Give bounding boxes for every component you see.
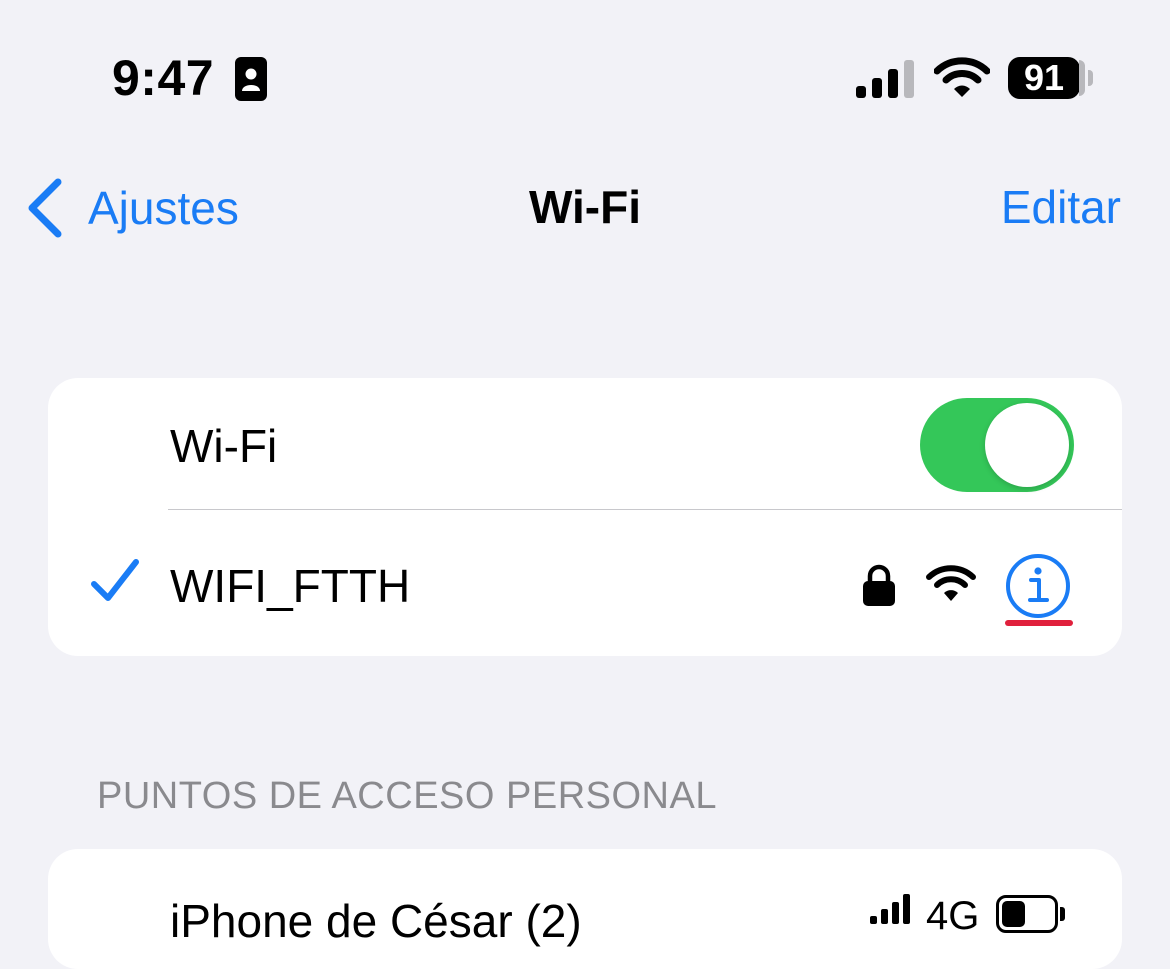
battery-icon: 91	[1008, 57, 1093, 101]
wifi-toggle-label: Wi-Fi	[170, 420, 278, 472]
hotspots-card: iPhone de César (2) 4G	[48, 849, 1122, 969]
back-button[interactable]: Ajustes	[24, 176, 239, 240]
info-icon[interactable]	[1003, 554, 1073, 618]
contact-card-icon	[235, 57, 267, 101]
cellular-signal-icon	[856, 60, 914, 98]
hotspot-battery-icon	[996, 895, 1072, 935]
network-name[interactable]: WIFI_FTTH	[170, 556, 410, 616]
hotspot-signal-icon	[870, 894, 910, 924]
wifi-icon	[934, 57, 990, 97]
info-highlight-underline	[1005, 620, 1073, 626]
status-time: 9:47	[112, 50, 215, 106]
wifi-toggle[interactable]	[920, 398, 1074, 492]
row-separator	[168, 509, 1122, 510]
checkmark-icon	[91, 559, 139, 601]
hotspot-battery-fill	[1002, 901, 1025, 927]
hotspots-section-header: PUNTOS DE ACCESO PERSONAL	[97, 775, 717, 817]
hotspot-name[interactable]: iPhone de César (2)	[170, 891, 582, 951]
hotspot-network-type: 4G	[926, 894, 980, 938]
toggle-knob	[985, 403, 1069, 487]
chevron-left-icon	[28, 178, 62, 238]
edit-button[interactable]: Editar	[1001, 176, 1121, 238]
wifi-signal-icon	[926, 565, 976, 601]
lock-icon	[863, 564, 895, 606]
battery-level: 91	[1023, 57, 1065, 98]
wifi-settings-card: Wi-Fi WIFI_FTTH	[48, 378, 1122, 656]
back-label: Ajustes	[88, 182, 239, 234]
